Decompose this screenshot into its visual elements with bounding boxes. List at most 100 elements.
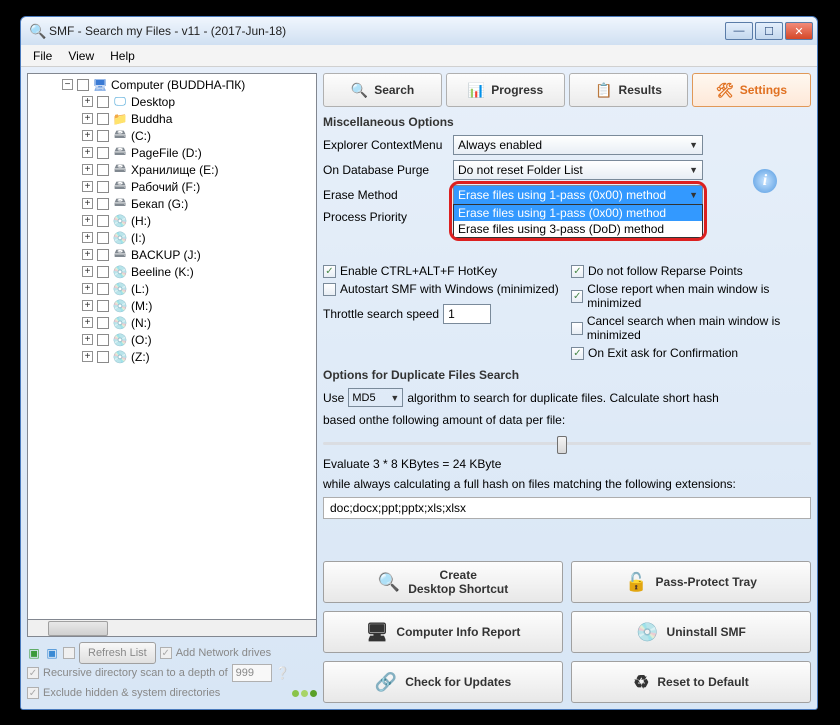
tree-checkbox[interactable] bbox=[97, 266, 109, 278]
tree-item[interactable]: +🖴Хранилище (E:) bbox=[28, 161, 316, 178]
help-icon[interactable]: ❔ bbox=[276, 666, 290, 680]
tree-checkbox[interactable] bbox=[97, 147, 109, 159]
exit-confirm-checkbox[interactable]: ✓ bbox=[571, 347, 584, 360]
minimize-button[interactable]: — bbox=[725, 22, 753, 40]
tree-item[interactable]: +💿(L:) bbox=[28, 280, 316, 297]
ctx-combo[interactable]: Always enabled▼ bbox=[453, 135, 703, 155]
close-report-checkbox[interactable]: ✓ bbox=[571, 290, 583, 303]
tree-checkbox[interactable] bbox=[97, 113, 109, 125]
expand-icon[interactable]: + bbox=[82, 164, 93, 175]
tree-root[interactable]: − 🖥 Computer (BUDDHA-ПК) bbox=[28, 76, 316, 93]
expand-icon[interactable]: + bbox=[82, 113, 93, 124]
erase-combo[interactable]: Erase files using 1-pass (0x00) method▼ bbox=[453, 185, 703, 205]
tree-item[interactable]: +💿(I:) bbox=[28, 229, 316, 246]
hotkey-checkbox[interactable]: ✓ bbox=[323, 265, 336, 278]
expand-icon[interactable]: + bbox=[82, 249, 93, 260]
menu-file[interactable]: File bbox=[25, 47, 60, 65]
expand-icon[interactable]: + bbox=[82, 147, 93, 158]
tree-item[interactable]: +💿(O:) bbox=[28, 331, 316, 348]
tree-checkbox[interactable] bbox=[77, 79, 89, 91]
erase-option-1pass[interactable]: Erase files using 1-pass (0x00) method bbox=[454, 205, 702, 221]
tree-checkbox[interactable] bbox=[97, 334, 109, 346]
expand-icon[interactable]: + bbox=[82, 198, 93, 209]
reparse-checkbox[interactable]: ✓ bbox=[571, 265, 584, 278]
updates-icon: 🔗 bbox=[375, 672, 397, 693]
tree-item[interactable]: +🖴PageFile (D:) bbox=[28, 144, 316, 161]
folder-tree[interactable]: − 🖥 Computer (BUDDHA-ПК) +🖵Desktop+📁Budd… bbox=[27, 73, 317, 620]
recursive-checkbox[interactable]: ✓ bbox=[27, 667, 39, 679]
tab-bar: 🔍Search 📊Progress 📋Results 🛠Settings bbox=[323, 73, 811, 107]
menu-view[interactable]: View bbox=[60, 47, 102, 65]
info-icon[interactable]: i bbox=[753, 169, 777, 193]
tree-checkbox[interactable] bbox=[97, 96, 109, 108]
expand-icon[interactable]: + bbox=[82, 130, 93, 141]
expand-icon[interactable]: + bbox=[82, 317, 93, 328]
computer-info-button[interactable]: 🖥Computer Info Report bbox=[323, 611, 563, 653]
tree-checkbox[interactable] bbox=[97, 351, 109, 363]
tree-item[interactable]: +🖴BACKUP (J:) bbox=[28, 246, 316, 263]
tree-checkbox[interactable] bbox=[97, 317, 109, 329]
collapse-tree-icon[interactable]: ▣ bbox=[45, 646, 59, 660]
hash-slider[interactable] bbox=[323, 433, 811, 453]
tab-results[interactable]: 📋Results bbox=[569, 73, 688, 107]
expand-icon[interactable]: + bbox=[82, 181, 93, 192]
tab-progress[interactable]: 📊Progress bbox=[446, 73, 565, 107]
tree-item[interactable]: +🖵Desktop bbox=[28, 93, 316, 110]
expand-icon[interactable]: + bbox=[82, 96, 93, 107]
tree-checkbox[interactable] bbox=[97, 198, 109, 210]
throttle-input[interactable] bbox=[443, 304, 491, 324]
eval-label: Evaluate 3 * 8 KBytes = 24 KByte bbox=[323, 457, 811, 471]
expand-icon[interactable]: ▣ bbox=[27, 646, 41, 660]
tree-checkbox[interactable] bbox=[97, 283, 109, 295]
tree-checkbox[interactable] bbox=[97, 249, 109, 261]
settings-icon: 🛠 bbox=[716, 82, 734, 99]
titlebar[interactable]: 🔍 SMF - Search my Files - v11 - (2017-Ju… bbox=[21, 17, 817, 45]
erase-option-3pass[interactable]: Erase files using 3-pass (DoD) method bbox=[454, 221, 702, 237]
tree-checkbox[interactable] bbox=[97, 232, 109, 244]
purge-combo[interactable]: Do not reset Folder List▼ bbox=[453, 160, 703, 180]
tab-search[interactable]: 🔍Search bbox=[323, 73, 442, 107]
check-updates-button[interactable]: 🔗Check for Updates bbox=[323, 661, 563, 703]
menu-help[interactable]: Help bbox=[102, 47, 143, 65]
expand-icon[interactable]: + bbox=[82, 351, 93, 362]
depth-input[interactable] bbox=[232, 664, 272, 682]
tree-item[interactable]: +🖴Рабочий (F:) bbox=[28, 178, 316, 195]
search-icon: 🔍 bbox=[351, 82, 368, 99]
close-button[interactable]: ✕ bbox=[785, 22, 813, 40]
tree-checkbox[interactable] bbox=[97, 300, 109, 312]
algo-combo[interactable]: MD5▼ bbox=[348, 388, 403, 407]
tree-item[interactable]: +💿(M:) bbox=[28, 297, 316, 314]
tree-checkbox[interactable] bbox=[97, 164, 109, 176]
tree-item[interactable]: +💿Beeline (K:) bbox=[28, 263, 316, 280]
tree-item[interactable]: +💿(H:) bbox=[28, 212, 316, 229]
autostart-checkbox[interactable] bbox=[323, 283, 336, 296]
collapse-icon[interactable]: − bbox=[62, 79, 73, 90]
exclude-checkbox[interactable]: ✓ bbox=[27, 687, 39, 699]
tree-item[interactable]: +📁Buddha bbox=[28, 110, 316, 127]
tree-item[interactable]: +🖴Бекап (G:) bbox=[28, 195, 316, 212]
reset-default-button[interactable]: ♻Reset to Default bbox=[571, 661, 811, 703]
extensions-input[interactable] bbox=[323, 497, 811, 519]
expand-icon[interactable]: + bbox=[82, 283, 93, 294]
expand-icon[interactable]: + bbox=[82, 266, 93, 277]
pass-protect-button[interactable]: 🔓Pass-Protect Tray bbox=[571, 561, 811, 603]
tree-item[interactable]: +🖴(C:) bbox=[28, 127, 316, 144]
tree-checkbox[interactable] bbox=[97, 181, 109, 193]
refresh-list-button[interactable]: Refresh List bbox=[79, 642, 156, 664]
cancel-search-checkbox[interactable] bbox=[571, 322, 583, 335]
expand-icon[interactable]: + bbox=[82, 334, 93, 345]
maximize-button[interactable]: ☐ bbox=[755, 22, 783, 40]
tree-checkbox[interactable] bbox=[97, 215, 109, 227]
uninstall-button[interactable]: 💿Uninstall SMF bbox=[571, 611, 811, 653]
tab-settings[interactable]: 🛠Settings bbox=[692, 73, 811, 107]
tree-item[interactable]: +💿(N:) bbox=[28, 314, 316, 331]
add-network-checkbox[interactable]: ✓ bbox=[160, 647, 172, 659]
expand-icon[interactable]: + bbox=[82, 300, 93, 311]
create-shortcut-button[interactable]: 🔍Create Desktop Shortcut bbox=[323, 561, 563, 603]
tree-checkbox[interactable] bbox=[97, 130, 109, 142]
refresh-checkbox[interactable] bbox=[63, 647, 75, 659]
expand-icon[interactable]: + bbox=[82, 232, 93, 243]
expand-icon[interactable]: + bbox=[82, 215, 93, 226]
tree-item[interactable]: +💿(Z:) bbox=[28, 348, 316, 365]
tree-hscrollbar[interactable] bbox=[27, 620, 317, 637]
